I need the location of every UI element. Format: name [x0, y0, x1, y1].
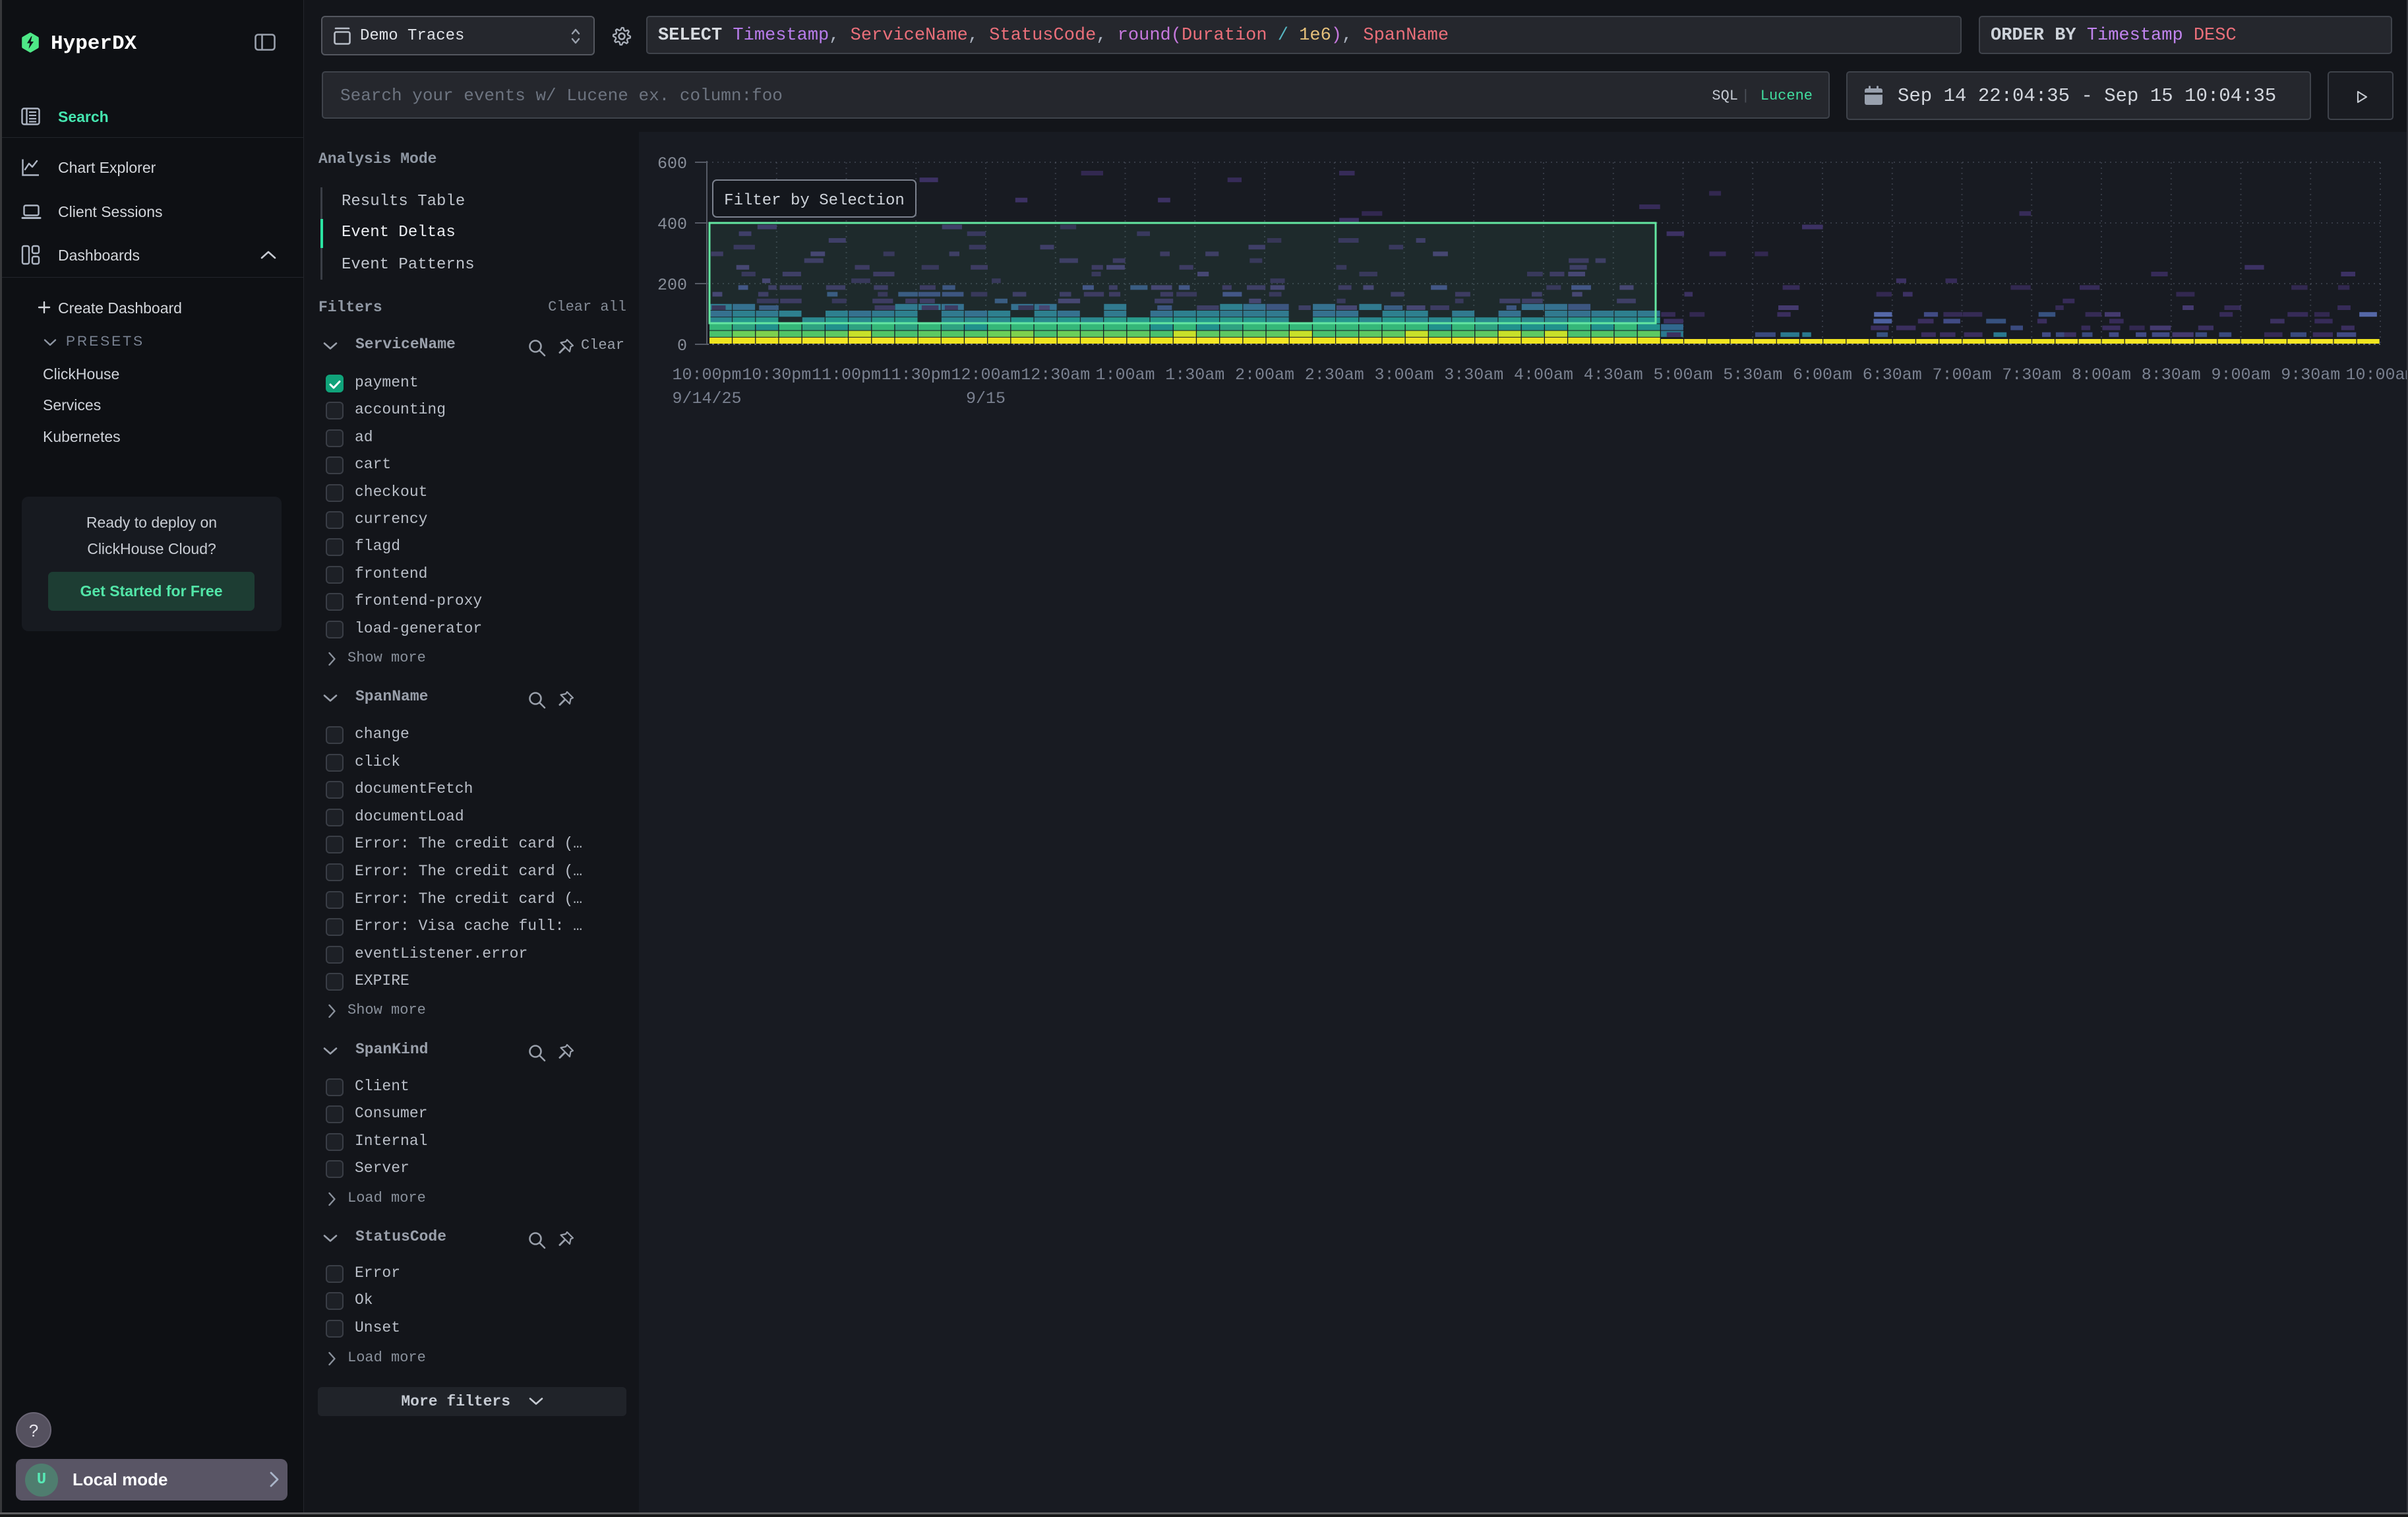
svg-text:8:00am: 8:00am	[2072, 365, 2131, 385]
svg-text:5:30am: 5:30am	[1723, 365, 1782, 385]
svg-text:7:30am: 7:30am	[2002, 365, 2061, 385]
svg-text:3:00am: 3:00am	[1374, 365, 1433, 385]
svg-text:9:30am: 9:30am	[2281, 365, 2340, 385]
svg-text:8:30am: 8:30am	[2142, 365, 2201, 385]
svg-text:7:00am: 7:00am	[1932, 365, 1991, 385]
svg-text:4:30am: 4:30am	[1584, 365, 1643, 385]
svg-text:10:00am: 10:00am	[2345, 365, 2408, 385]
svg-text:400: 400	[657, 215, 687, 234]
svg-text:2:30am: 2:30am	[1305, 365, 1364, 385]
svg-text:200: 200	[657, 276, 687, 295]
svg-text:9/15: 9/15	[966, 389, 1006, 408]
svg-text:10:00pm: 10:00pm	[672, 365, 741, 385]
svg-text:11:30pm: 11:30pm	[882, 365, 951, 385]
svg-text:9:00am: 9:00am	[2211, 365, 2270, 385]
svg-text:5:00am: 5:00am	[1653, 365, 1712, 385]
svg-text:12:30am: 12:30am	[1021, 365, 1090, 385]
svg-text:9/14/25: 9/14/25	[672, 389, 741, 408]
svg-text:1:30am: 1:30am	[1165, 365, 1224, 385]
svg-text:10:30pm: 10:30pm	[742, 365, 811, 385]
svg-text:2:00am: 2:00am	[1235, 365, 1294, 385]
svg-text:0: 0	[677, 336, 687, 356]
svg-text:6:30am: 6:30am	[1863, 365, 1922, 385]
svg-text:3:30am: 3:30am	[1444, 365, 1503, 385]
svg-text:11:00pm: 11:00pm	[812, 365, 881, 385]
svg-text:12:00am: 12:00am	[951, 365, 1020, 385]
svg-text:4:00am: 4:00am	[1514, 365, 1573, 385]
svg-text:Filter by Selection: Filter by Selection	[724, 192, 905, 210]
svg-text:6:00am: 6:00am	[1793, 365, 1852, 385]
svg-text:600: 600	[657, 154, 687, 173]
svg-text:1:00am: 1:00am	[1095, 365, 1155, 385]
